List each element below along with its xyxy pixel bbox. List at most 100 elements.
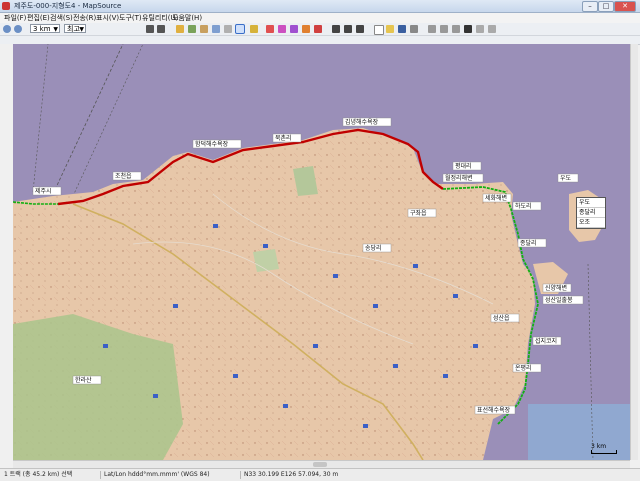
status-divider: [100, 471, 101, 479]
receive-gps-icon[interactable]: [146, 25, 154, 33]
place-label[interactable]: 표선해수욕장: [474, 405, 516, 415]
place-label[interactable]: 송당리: [362, 243, 392, 253]
track-tool-icon[interactable]: [290, 25, 298, 33]
place-label[interactable]: 하도리: [512, 201, 542, 211]
svg-text:평대리: 평대리: [455, 162, 472, 170]
svg-text:하도리: 하도리: [515, 202, 532, 210]
scale-bar: 3 km: [591, 443, 617, 454]
zoom-tool-icon[interactable]: [212, 25, 220, 33]
place-label[interactable]: 성산일출봉: [542, 295, 584, 305]
waypoint-tool-icon[interactable]: [266, 25, 274, 33]
redo-icon[interactable]: [488, 25, 496, 33]
copy-icon[interactable]: [440, 25, 448, 33]
svg-text:김녕해수욕장: 김녕해수욕장: [345, 118, 379, 126]
svg-text:우도: 우도: [560, 175, 572, 182]
place-label[interactable]: 평대리: [452, 161, 482, 171]
place-label[interactable]: 조천읍: [112, 171, 142, 181]
zoom-scale-value: 3 km: [33, 25, 51, 33]
select-tool-icon[interactable]: [224, 25, 232, 33]
place-label[interactable]: 성산읍: [490, 313, 520, 323]
device-map-icon[interactable]: [356, 25, 364, 33]
place-label[interactable]: 신양해변: [542, 283, 572, 293]
place-label[interactable]: 구좌읍: [407, 208, 437, 218]
open-file-icon[interactable]: [386, 25, 394, 33]
popup-item[interactable]: 우도: [577, 198, 605, 208]
svg-text:북촌리: 북촌리: [275, 134, 292, 142]
svg-text:성산읍: 성산읍: [493, 314, 510, 322]
cut-icon[interactable]: [428, 25, 436, 33]
zoom-scale-select[interactable]: 3 km ▼: [30, 24, 60, 33]
svg-text:함덕해수욕장: 함덕해수욕장: [195, 140, 229, 148]
place-label[interactable]: 우도: [557, 173, 579, 183]
place-label[interactable]: 세화해변: [482, 193, 512, 203]
chevron-down-icon: ▼: [79, 26, 84, 33]
place-label[interactable]: 종달리: [517, 238, 547, 248]
scale-text: 3 km: [591, 443, 607, 450]
paste-icon[interactable]: [452, 25, 460, 33]
place-label[interactable]: 섭지코지: [532, 336, 562, 346]
horizontal-scrollbar[interactable]: [13, 460, 630, 468]
close-button[interactable]: ✕: [614, 1, 636, 12]
menu-view[interactable]: 표시(V): [96, 13, 119, 23]
scale-line: [591, 450, 617, 454]
menu-transfer[interactable]: 전송(R): [73, 13, 96, 23]
menu-tools[interactable]: 도구(T): [119, 13, 142, 23]
profile-tool-icon[interactable]: [314, 25, 322, 33]
distance-tool-icon[interactable]: [302, 25, 310, 33]
new-file-icon[interactable]: [374, 25, 384, 35]
svg-text:표선해수욕장: 표선해수욕장: [477, 406, 511, 414]
menu-edit[interactable]: 편집(E): [27, 13, 50, 23]
popup-item[interactable]: 오조: [577, 218, 605, 228]
print-icon[interactable]: [410, 25, 418, 33]
menu-bar: 파일(F) 편집(E) 검색(S) 전송(R) 표시(V) 도구(T) 유틸리티…: [0, 13, 640, 23]
forest-area: [253, 249, 279, 272]
sea-shallow-area: [528, 404, 637, 460]
delete-icon[interactable]: [464, 25, 472, 33]
hand-tool-icon[interactable]: [200, 25, 208, 33]
place-label[interactable]: 함덕해수욕장: [192, 139, 242, 149]
place-label[interactable]: 제주시: [32, 186, 62, 196]
place-label[interactable]: 월정리해변: [442, 173, 484, 183]
device-send-icon[interactable]: [344, 25, 352, 33]
svg-text:신양해변: 신양해변: [545, 284, 567, 292]
scroll-thumb[interactable]: [313, 462, 327, 467]
send-gps-icon[interactable]: [157, 25, 165, 33]
pointer-tool-icon[interactable]: [235, 24, 245, 34]
zoom-in-icon[interactable]: [3, 25, 11, 33]
status-selection: 1 트랙 (총 45.2 km) 선택: [4, 471, 73, 478]
status-bar: 1 트랙 (총 45.2 km) 선택 Lat/Lon hddd°mm.mmm'…: [0, 468, 640, 481]
waypoint-popup[interactable]: 우도 종달리 오조: [576, 197, 606, 229]
svg-text:세화해변: 세화해변: [485, 194, 507, 202]
map-detail-value: 최고: [67, 25, 80, 33]
zoom-out-icon[interactable]: [14, 25, 22, 33]
save-icon[interactable]: [398, 25, 406, 33]
map-view[interactable]: 한라산 제주시 조천읍 함덕해수욕장 북촌리 김녕해수욕장 월정리해변 하도리 …: [13, 44, 637, 460]
route-tool-icon[interactable]: [278, 25, 286, 33]
vertical-scrollbar[interactable]: [630, 44, 638, 460]
menu-help[interactable]: 도움말(H): [172, 13, 202, 23]
place-label[interactable]: 온평리: [512, 363, 542, 373]
svg-text:온평리: 온평리: [515, 364, 532, 372]
status-coords: N33 30.199 E126 57.094, 30 m: [244, 471, 339, 478]
main-toolbar: 3 km ▼ 최고 ▼: [0, 23, 640, 36]
svg-text:조천읍: 조천읍: [115, 172, 132, 180]
left-panel: [0, 44, 14, 467]
status-format: Lat/Lon hddd°mm.mmm' (WGS 84): [104, 471, 210, 478]
map-canvas[interactable]: 한라산 제주시 조천읍 함덕해수욕장 북촌리 김녕해수욕장 월정리해변 하도리 …: [13, 44, 637, 460]
map-detail-select[interactable]: 최고 ▼: [64, 24, 86, 33]
find-icon[interactable]: [176, 25, 184, 33]
menu-search[interactable]: 검색(S): [50, 13, 73, 23]
title-bar: 제주도-000-지형도4 - MapSource – □ ✕: [0, 0, 640, 13]
minimize-button[interactable]: –: [582, 1, 598, 12]
place-label[interactable]: 김녕해수욕장: [342, 117, 392, 127]
map-tool-icon[interactable]: [250, 25, 258, 33]
device-receive-icon[interactable]: [332, 25, 340, 33]
place-label[interactable]: 북촌리: [272, 133, 302, 143]
menu-file[interactable]: 파일(F): [4, 13, 26, 23]
status-divider: [240, 471, 241, 479]
place-label[interactable]: 한라산: [72, 375, 102, 385]
undo-icon[interactable]: [476, 25, 484, 33]
popup-item[interactable]: 종달리: [577, 208, 605, 218]
route-icon[interactable]: [188, 25, 196, 33]
maximize-button[interactable]: □: [598, 1, 614, 12]
